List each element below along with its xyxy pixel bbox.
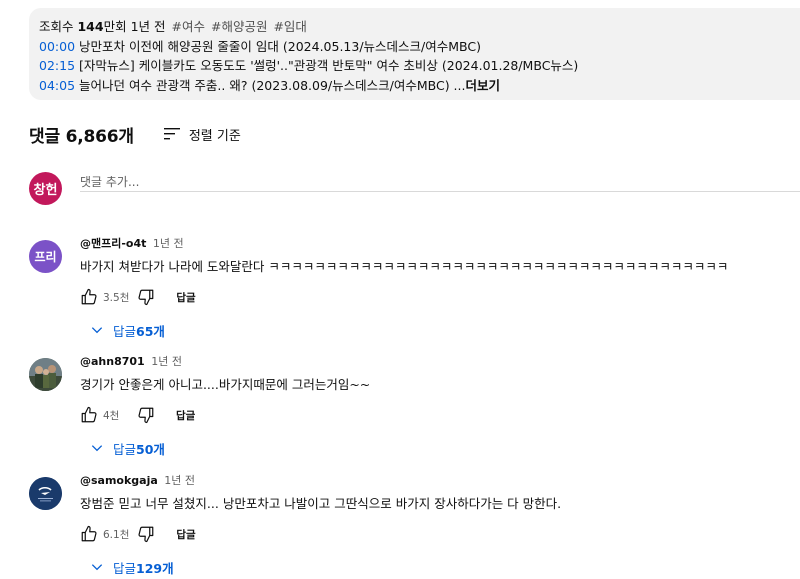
comment-input[interactable] [80,172,800,192]
dislike-button[interactable] [137,525,155,543]
comment-author[interactable]: @맨프리-o4t [80,237,146,250]
view-count-suffix: 만회 [103,19,127,34]
comment-header: @samokgaja 1년 전 [80,473,800,488]
comment-header: @맨프리-o4t 1년 전 [80,236,800,251]
chapter-timestamp-link[interactable]: 00:00 [39,39,75,54]
avatar-photo [29,358,62,391]
hashtag-link[interactable]: #여수 [172,19,205,34]
like-count: 4천 [103,409,120,422]
comment-time[interactable]: 1년 전 [164,474,195,487]
comment-text: 바가지 쳐받다가 나라에 도와달란다 ㅋㅋㅋㅋㅋㅋㅋㅋㅋㅋㅋㅋㅋㅋㅋㅋㅋㅋㅋㅋㅋ… [80,259,729,274]
reply-button[interactable]: 답글 [176,408,195,423]
replies-label: 답글 [113,560,137,576]
reply-button[interactable]: 답글 [176,290,195,305]
description-meta: 조회수 144만회 1년 전 #여수 #해양공원 #임대 [39,17,800,37]
chapter-text: 낭만포차 이전에 해양공원 줄줄이 임대 (2024.05.13/뉴스데스크/여… [79,38,481,54]
chapter-line: 00:00 낭만포차 이전에 해양공원 줄줄이 임대 (2024.05.13/뉴… [39,37,800,57]
chapter-timestamp-link[interactable]: 02:15 [39,58,75,73]
like-button[interactable]: 6.1천 [80,525,129,543]
avatar[interactable] [29,358,62,391]
thumb-down-icon [138,526,154,543]
thumb-up-icon [81,406,97,423]
comment-time[interactable]: 1년 전 [151,355,182,368]
like-button[interactable]: 4천 [80,406,129,424]
comment-text: 경기가 안좋은게 아니고....바가지때문에 그러는거임~~ [80,377,371,392]
comment-time[interactable]: 1년 전 [153,237,184,250]
view-replies-button[interactable]: 답글 65개 [90,316,800,344]
view-replies-button[interactable]: 답글 129개 [90,553,800,579]
chapter-line: 04:05 늘어나던 여수 관광객 주춤.. 왜? (2023.08.09/뉴스… [39,76,800,96]
view-count-value: 144 [77,19,104,34]
hashtag-link[interactable]: #임대 [273,19,306,34]
comment-author[interactable]: @ahn8701 [80,355,145,368]
dislike-button[interactable] [137,288,155,306]
upload-age: 1년 전 [130,19,166,34]
avatar[interactable] [29,477,62,510]
chapter-line: 02:15 [자막뉴스] 케이블카도 오동도도 '썰렁'.."관광객 반토막" … [39,56,800,76]
reply-button[interactable]: 답글 [176,527,195,542]
avatar[interactable]: 프리 [29,240,62,273]
chevron-down-icon [91,445,103,452]
view-replies-button[interactable]: 답글 50개 [90,434,800,462]
like-count: 3.5천 [103,291,130,304]
sort-label: 정렬 기준 [188,128,241,144]
replies-label: 답글 [113,323,137,339]
like-count: 6.1천 [103,528,130,541]
show-more-button[interactable]: 더보기 [465,78,500,93]
comment-text: 장범준 믿고 너무 설쳤지... 낭만포차고 나발이고 그딴식으로 바가지 장사… [80,496,562,511]
comment-header: @ahn8701 1년 전 [80,354,800,369]
avatar: 창헌 [29,172,62,205]
thumb-up-icon [81,288,97,305]
comment-body: @ahn8701 1년 전 경기가 안좋은게 아니고....바가지때문에 그러는… [80,354,800,462]
comment-actions: 3.5천 답글 [80,287,800,307]
video-description[interactable]: 조회수 144만회 1년 전 #여수 #해양공원 #임대 00:00 낭만포차 … [29,8,800,100]
comment-body: @samokgaja 1년 전 장범준 믿고 너무 설쳤지... 낭만포차고 나… [80,473,800,579]
sort-icon [163,128,180,140]
replies-count: 50개 [136,441,165,457]
sort-button[interactable]: 정렬 기준 [163,125,241,144]
thumb-up-icon [81,525,97,542]
like-button[interactable]: 3.5천 [80,288,129,306]
hashtag-link[interactable]: #해양공원 [211,19,267,34]
add-comment-row: 창헌 [29,172,800,205]
thumb-down-icon [138,407,154,424]
comment-author[interactable]: @samokgaja [80,474,158,487]
thumb-down-icon [138,289,154,306]
chevron-down-icon [91,327,103,334]
replies-label: 답글 [113,441,137,457]
comment-count: 댓글 6,866개 [29,126,134,147]
comment-body: @맨프리-o4t 1년 전 바가지 쳐받다가 나라에 도와달란다 ㅋㅋㅋㅋㅋㅋㅋ… [80,236,800,344]
comments-header: 댓글 6,866개 정렬 기준 [29,122,241,147]
comment-actions: 6.1천 답글 [80,524,800,544]
chapter-timestamp-link[interactable]: 04:05 [39,78,75,93]
view-count-prefix: 조회수 [39,19,78,34]
comment-actions: 4천 답글 [80,405,800,425]
dislike-button[interactable] [137,406,155,424]
avatar-logo [29,477,62,510]
chevron-down-icon [91,564,103,571]
chapter-text: [자막뉴스] 케이블카도 오동도도 '썰렁'.."관광객 반토막" 여수 초비상… [79,58,579,73]
chapter-text: 늘어나던 여수 관광객 주춤.. 왜? (2023.08.09/뉴스데스크/여수… [79,77,466,93]
replies-count: 129개 [136,560,174,576]
replies-count: 65개 [136,323,165,339]
